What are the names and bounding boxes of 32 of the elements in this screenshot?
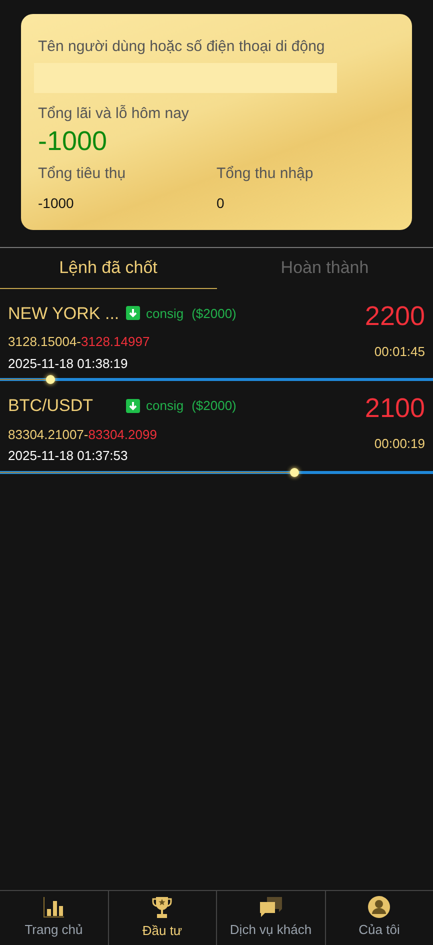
tab[interactable]: Lệnh đã chốt: [0, 248, 216, 288]
spend-label: Tổng tiêu thụ: [38, 164, 127, 184]
nav-tab[interactable]: Của tôi: [324, 891, 433, 945]
spend-value: -1000: [38, 194, 75, 212]
user-label: Tên người dùng hoặc số điện thoại di động: [38, 37, 326, 57]
user-icon: [368, 896, 390, 918]
price-range: 83304.21007-83304.2099: [8, 426, 158, 444]
profit-value: 2200: [364, 300, 425, 332]
order-type: consig: [146, 304, 184, 323]
price-range: 3128.15004-3128.14997: [8, 333, 151, 351]
trophy-icon: [151, 895, 174, 920]
pnl-label: Tổng lãi và lỗ hôm nay: [38, 104, 190, 124]
progress-thumb: [290, 468, 300, 476]
order-time: 2025-11-18 01:38:19: [8, 354, 129, 372]
nav-tab[interactable]: Dịch vụ khách: [216, 891, 324, 945]
countdown: 00:00:19: [374, 435, 425, 453]
income-label: Tổng thu nhập: [216, 164, 314, 184]
nav-tab[interactable]: Đầu tư: [108, 891, 216, 945]
income-value: 0: [216, 194, 226, 212]
nav-tab[interactable]: Trang chủ: [0, 891, 108, 945]
order-type: consig: [146, 397, 184, 415]
pnl-value: -1000: [38, 125, 108, 157]
bar-chart-icon: [42, 896, 65, 918]
order-amount: ($2000): [192, 304, 236, 323]
symbol-name: BTC/USDT: [8, 395, 94, 417]
chat-icon: [258, 896, 283, 918]
progress-thumb: [46, 375, 55, 384]
symbol-name: NEW YORK ...: [8, 302, 120, 324]
countdown: 00:01:45: [374, 342, 425, 360]
profit-value: 2100: [364, 392, 425, 424]
order-time: 2025-11-18 01:37:53: [8, 447, 129, 465]
order-amount: ($2000): [192, 397, 236, 415]
